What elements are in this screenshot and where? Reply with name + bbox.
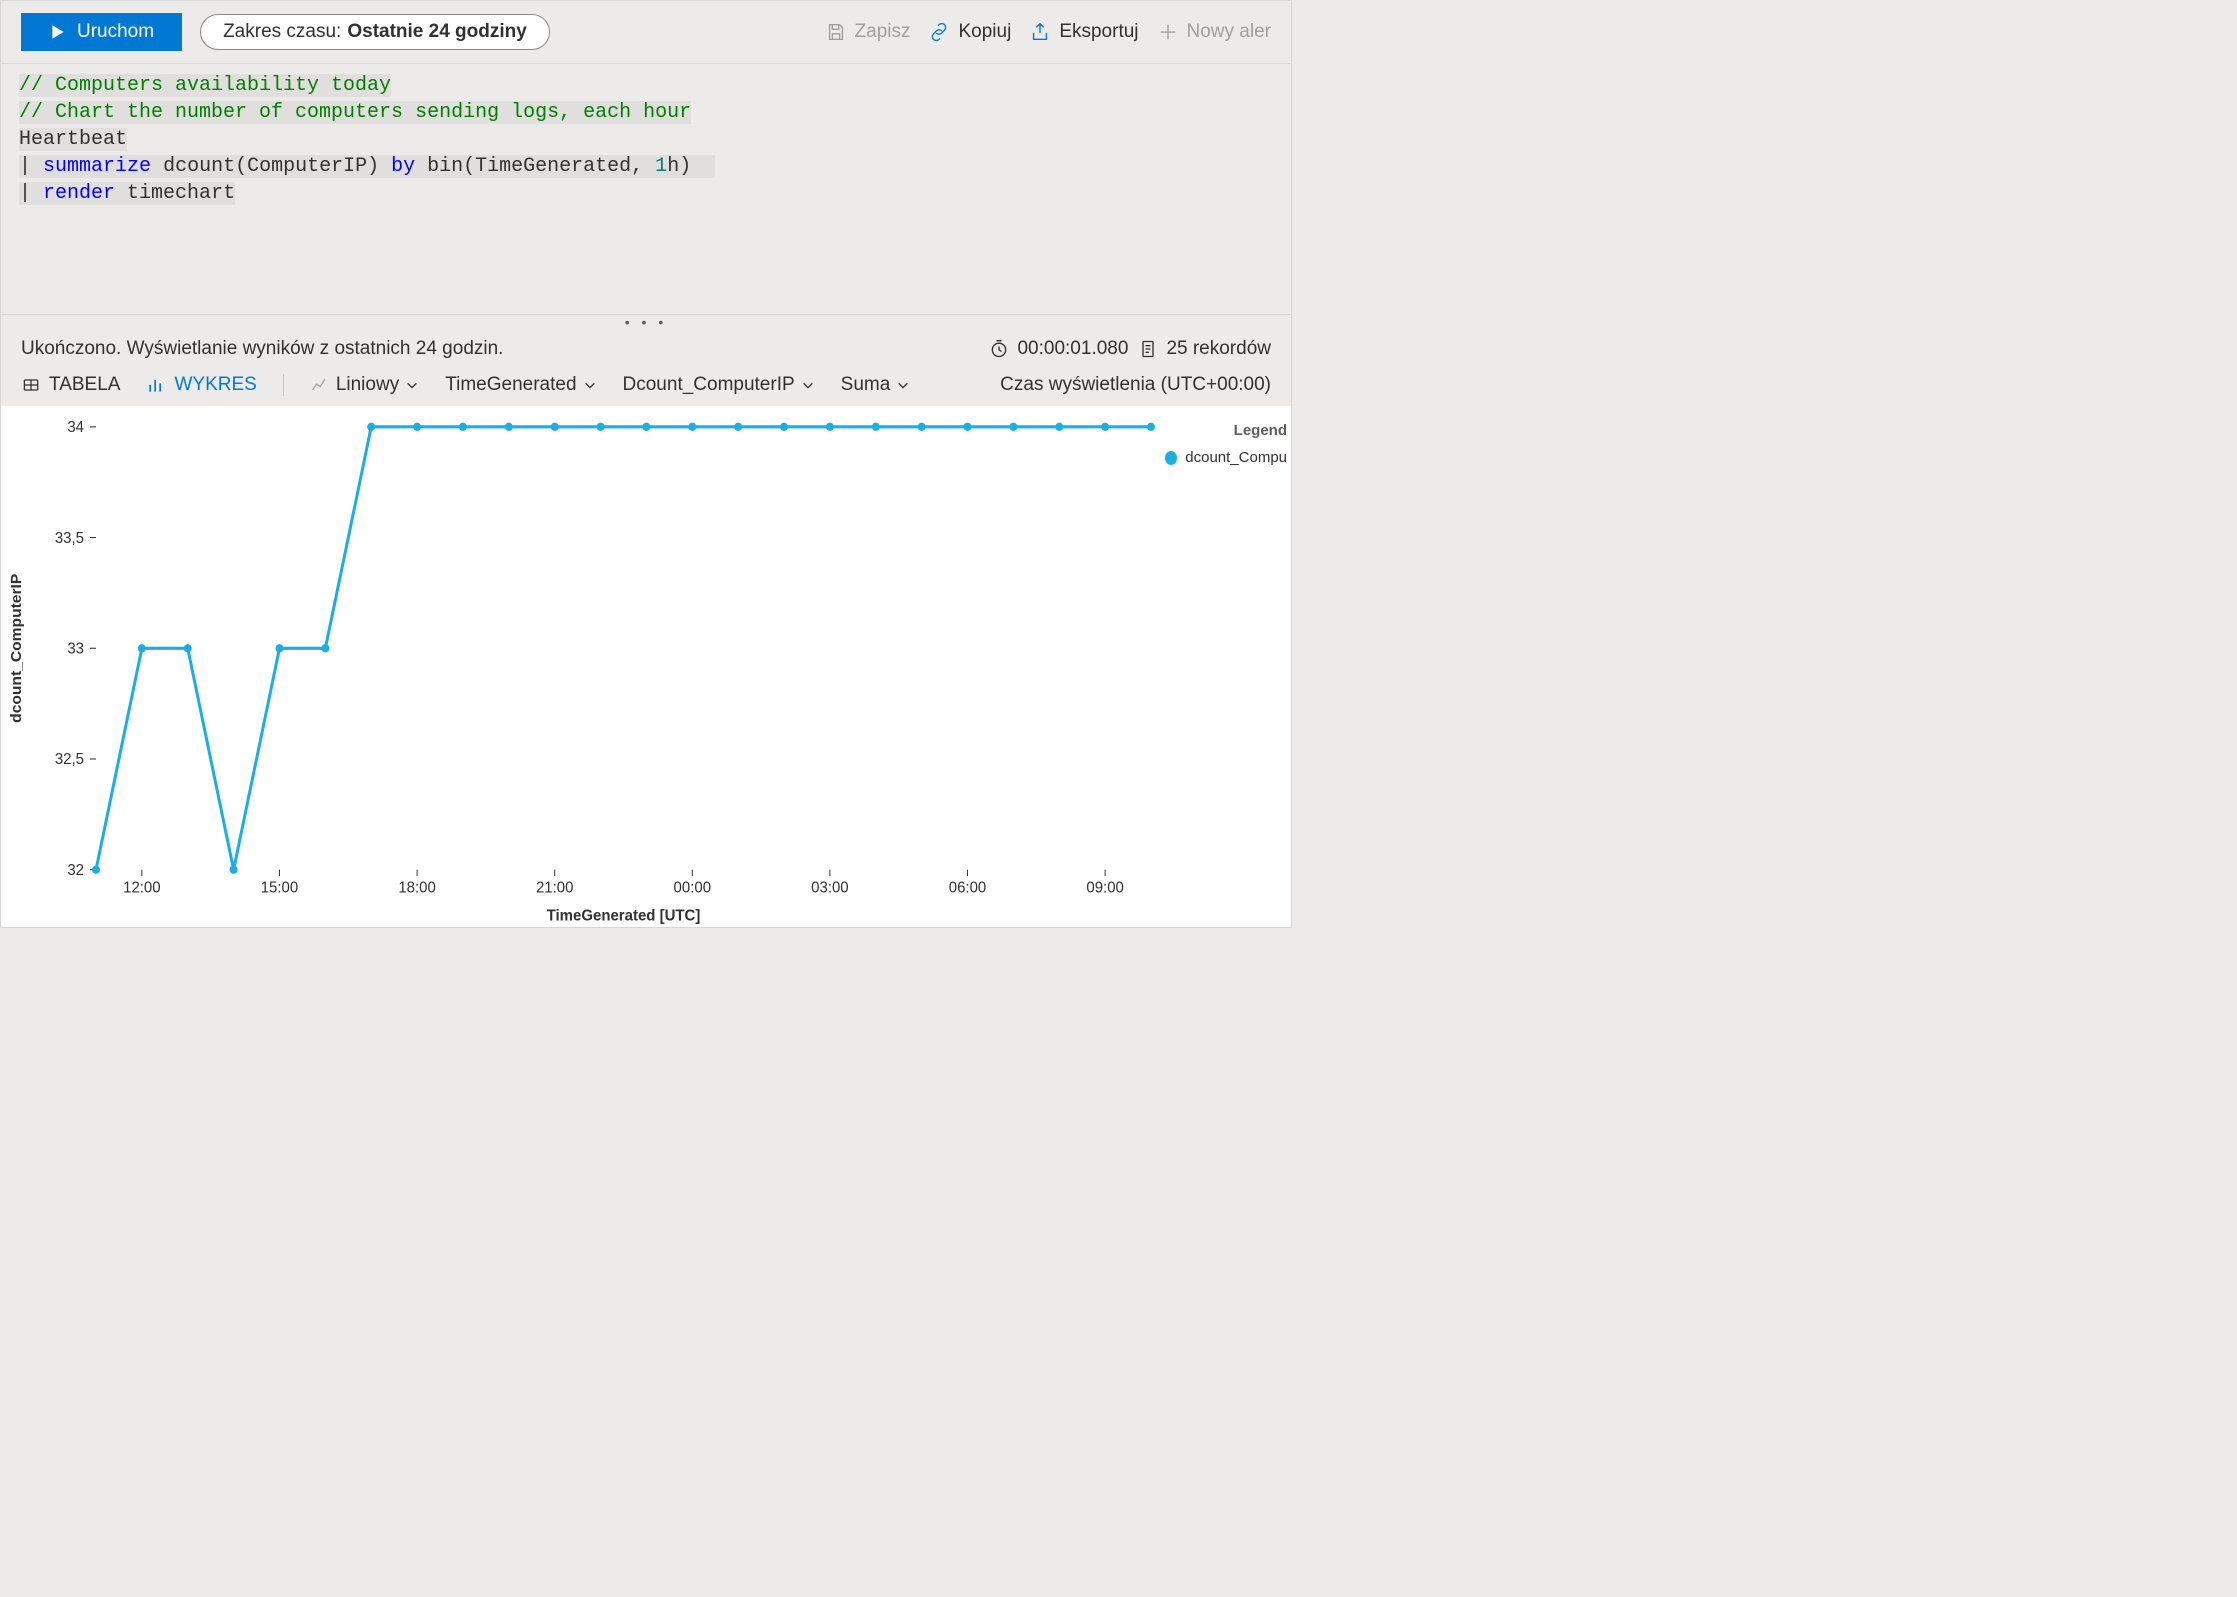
status-text: Ukończono. Wyświetlanie wyników z ostatn…: [21, 338, 503, 360]
tab-table-label: TABELA: [49, 374, 120, 396]
editor-pipe: |: [19, 155, 31, 178]
timezone-label: Czas wyświetlenia (UTC+00:00): [1000, 374, 1271, 396]
editor-text: dcount(ComputerIP): [151, 155, 391, 178]
svg-text:32,5: 32,5: [55, 751, 84, 768]
run-label: Uruchom: [77, 21, 154, 43]
editor-kw: summarize: [43, 155, 151, 178]
time-range-prefix: Zakres czasu:: [223, 21, 341, 43]
svg-text:18:00: 18:00: [398, 879, 435, 896]
toolbar: Uruchom Zakres czasu: Ostatnie 24 godzin…: [1, 1, 1291, 64]
save-icon: [825, 21, 847, 43]
records-icon: [1138, 339, 1158, 359]
editor-line: Heartbeat: [19, 128, 127, 151]
y-column-value: Dcount_ComputerIP: [623, 374, 795, 396]
svg-text:00:00: 00:00: [674, 879, 711, 896]
svg-text:32: 32: [67, 862, 84, 879]
save-button: Zapisz: [825, 21, 911, 43]
records-metric: 25 rekordów: [1138, 338, 1271, 360]
x-column-dropdown[interactable]: TimeGenerated: [445, 374, 596, 396]
chevron-down-icon: [405, 378, 419, 392]
svg-text:12:00: 12:00: [123, 879, 160, 896]
results-status-bar: Ukończono. Wyświetlanie wyników z ostatn…: [1, 328, 1291, 368]
plus-icon: [1157, 21, 1179, 43]
pane-splitter[interactable]: • • •: [1, 314, 1291, 328]
svg-text:03:00: 03:00: [811, 879, 848, 896]
editor-lit: 1: [655, 155, 667, 178]
editor-pipe: |: [19, 182, 31, 205]
separator: [283, 374, 284, 396]
link-icon: [928, 21, 950, 43]
legend-series-label: dcount_Compu: [1185, 449, 1287, 466]
legend-title: Legend: [1165, 422, 1287, 439]
chevron-down-icon: [583, 378, 597, 392]
chart-type-value: Liniowy: [336, 374, 399, 396]
records-value: 25 rekordów: [1166, 338, 1271, 360]
play-icon: [49, 23, 67, 41]
time-range-value: Ostatnie 24 godziny: [347, 21, 526, 43]
chevron-down-icon: [801, 378, 815, 392]
tab-chart-label: WYKRES: [174, 374, 256, 396]
editor-kw: by: [391, 155, 415, 178]
run-button[interactable]: Uruchom: [21, 13, 182, 51]
new-alert-button[interactable]: Nowy aler: [1157, 21, 1271, 43]
svg-text:dcount_ComputerIP: dcount_ComputerIP: [8, 574, 25, 723]
y-column-dropdown[interactable]: Dcount_ComputerIP: [623, 374, 815, 396]
duration-metric: 00:00:01.080: [989, 338, 1128, 360]
copy-button[interactable]: Kopiuj: [928, 21, 1011, 43]
svg-text:33: 33: [67, 640, 84, 657]
chart-area: 32 32,5 33 33,5 34 12:00 15:00 18:00 21:00 00:00 0…: [1, 406, 1291, 927]
svg-text:09:00: 09:00: [1086, 879, 1123, 896]
editor-line: // Chart the number of computers sending…: [19, 101, 691, 124]
query-editor[interactable]: // Computers availability today // Chart…: [1, 64, 1291, 314]
svg-text:TimeGenerated [UTC]: TimeGenerated [UTC]: [547, 907, 701, 924]
x-column-value: TimeGenerated: [445, 374, 576, 396]
chart-canvas: 32 32,5 33 33,5 34 12:00 15:00 18:00 21:00 00:00 0…: [1, 406, 1161, 927]
bar-chart-icon: [146, 375, 166, 395]
svg-text:34: 34: [67, 419, 84, 436]
editor-text: bin(TimeGenerated,: [415, 155, 655, 178]
svg-text:33,5: 33,5: [55, 529, 84, 546]
line-chart-svg: 32 32,5 33 33,5 34 12:00 15:00 18:00 21:00 00:00 0…: [1, 406, 1161, 927]
export-icon: [1029, 21, 1051, 43]
chart-type-dropdown[interactable]: Liniowy: [310, 374, 419, 396]
time-range-picker[interactable]: Zakres czasu: Ostatnie 24 godziny: [200, 14, 550, 50]
aggregation-value: Suma: [841, 374, 891, 396]
editor-kw: render: [43, 182, 115, 205]
export-button[interactable]: Eksportuj: [1029, 21, 1138, 43]
timer-icon: [989, 339, 1009, 359]
save-label: Zapisz: [855, 21, 911, 43]
svg-text:06:00: 06:00: [949, 879, 986, 896]
editor-text: timechart: [115, 182, 235, 205]
export-label: Eksportuj: [1059, 21, 1138, 43]
chevron-down-icon: [896, 378, 910, 392]
copy-label: Kopiuj: [958, 21, 1011, 43]
svg-text:15:00: 15:00: [261, 879, 298, 896]
svg-text:21:00: 21:00: [536, 879, 573, 896]
tab-chart[interactable]: WYKRES: [146, 374, 256, 396]
tab-table[interactable]: TABELA: [21, 374, 120, 396]
chart-legend: Legend dcount_Compu: [1161, 406, 1291, 927]
editor-line: // Computers availability today: [19, 74, 391, 97]
duration-value: 00:00:01.080: [1017, 338, 1128, 360]
editor-text: h): [667, 155, 691, 178]
legend-swatch: [1165, 451, 1177, 465]
table-icon: [21, 375, 41, 395]
legend-item[interactable]: dcount_Compu: [1165, 449, 1287, 466]
new-alert-label: Nowy aler: [1187, 21, 1271, 43]
line-chart-icon: [310, 375, 330, 395]
aggregation-dropdown[interactable]: Suma: [841, 374, 911, 396]
results-view-bar: TABELA WYKRES Liniowy TimeGenerated Dcou…: [1, 368, 1291, 406]
